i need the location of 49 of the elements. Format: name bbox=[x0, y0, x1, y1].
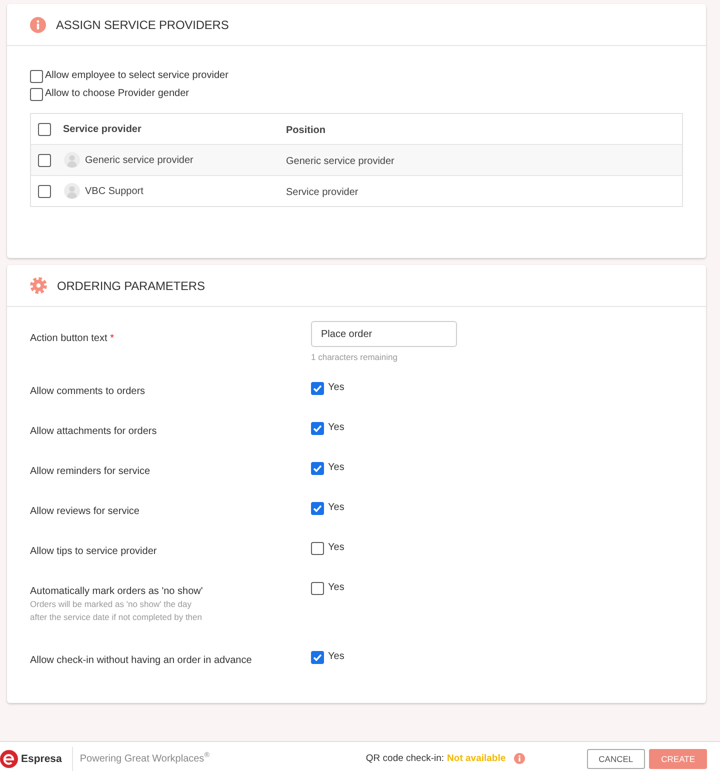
setting-label: Allow check-in without having an order in advance bbox=[30, 654, 253, 667]
tagline: Powering Great Workplaces$^{®}$ bbox=[80, 752, 210, 765]
provider-name: VBC Support bbox=[85, 186, 144, 196]
checkbox-label: Yes bbox=[328, 382, 344, 393]
checkbox-label: Yes bbox=[328, 582, 344, 593]
checkbox[interactable] bbox=[30, 70, 43, 83]
setting-label: Automatically mark orders as 'no show' bbox=[30, 585, 204, 598]
column-header: Position bbox=[286, 125, 326, 136]
text-input[interactable]: Place order bbox=[311, 321, 457, 347]
checkbox-label: Allow employee to select service provider bbox=[45, 70, 228, 82]
checkbox[interactable] bbox=[38, 184, 51, 198]
setting-label: Allow reminders for service bbox=[30, 465, 152, 478]
qr-label: QR code check-in: bbox=[366, 753, 444, 764]
setting-label: Allow tips to service provider bbox=[30, 545, 158, 558]
checkbox[interactable] bbox=[311, 382, 324, 395]
qr-status: Not available bbox=[447, 753, 506, 764]
checkbox-label: Yes bbox=[328, 502, 344, 513]
avatar-icon bbox=[64, 183, 80, 199]
brand-name: Espresa bbox=[21, 752, 62, 764]
checkbox-label: Yes bbox=[328, 542, 344, 553]
checkbox[interactable] bbox=[38, 154, 51, 166]
checkbox[interactable] bbox=[311, 651, 324, 664]
column-header: Service provider bbox=[63, 124, 142, 134]
section-title: ORDERING PARAMETERS bbox=[57, 278, 205, 292]
section-title: ASSIGN SERVICE PROVIDERS bbox=[56, 18, 229, 32]
setting-description: Orders will be marked as 'no show' the day after the service date if not completed by then bbox=[30, 598, 203, 624]
cancel-button[interactable]: CANCEL bbox=[586, 748, 646, 768]
checkbox-label: Allow to choose Provider gender bbox=[45, 88, 189, 100]
table-cell: Generic service provider bbox=[286, 156, 394, 167]
checkbox-label: Yes bbox=[328, 651, 344, 662]
table-cell: Service provider bbox=[286, 187, 358, 198]
gear-icon bbox=[30, 277, 47, 294]
checkbox[interactable] bbox=[311, 422, 324, 435]
checkbox-label: Yes bbox=[328, 462, 344, 473]
checkbox[interactable] bbox=[311, 502, 324, 515]
checkbox[interactable] bbox=[38, 122, 51, 136]
checkbox[interactable] bbox=[311, 462, 324, 475]
avatar-icon bbox=[64, 152, 80, 168]
info-icon bbox=[30, 16, 46, 32]
checkbox[interactable] bbox=[30, 88, 43, 101]
checkbox[interactable] bbox=[311, 542, 324, 555]
provider-name: Generic service provider bbox=[85, 154, 194, 166]
setting-label: Allow comments to orders bbox=[30, 385, 146, 398]
checkbox[interactable] bbox=[311, 582, 324, 595]
setting-label: Allow reviews for service bbox=[30, 505, 140, 518]
setting-label: Allow attachments for orders bbox=[30, 425, 158, 438]
character-count: 1 characters remaining bbox=[311, 352, 398, 363]
field-label: Action button text * bbox=[30, 333, 114, 344]
checkbox-label: Yes bbox=[328, 422, 344, 433]
